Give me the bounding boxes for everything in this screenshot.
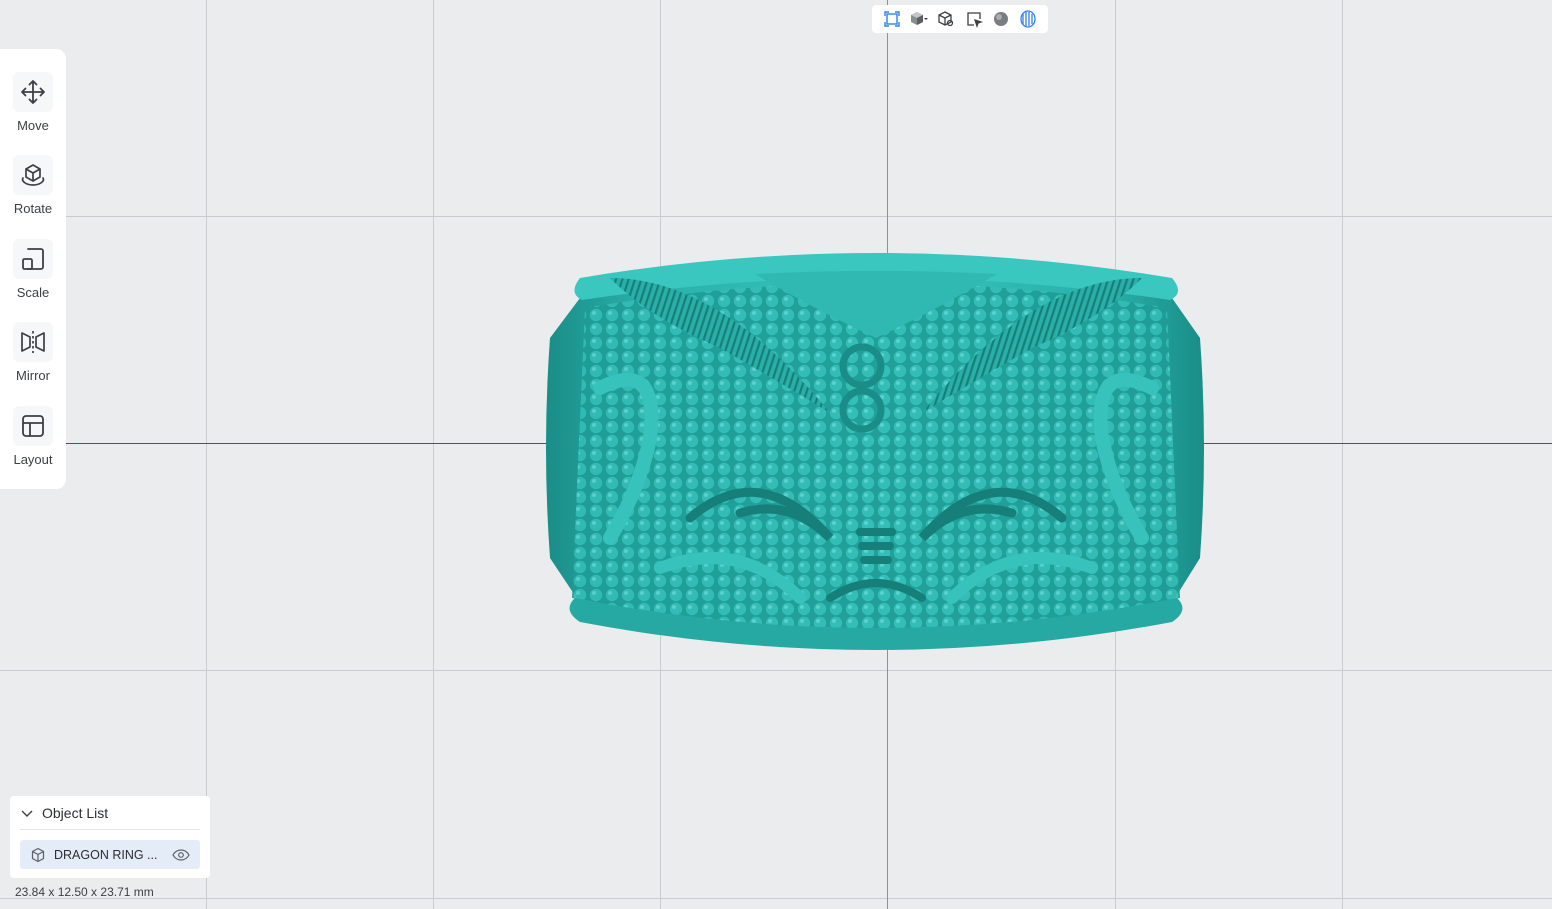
layout-tool[interactable]: Layout — [5, 405, 61, 489]
material-sphere-icon[interactable] — [990, 8, 1012, 30]
iso-view-icon[interactable] — [935, 8, 957, 30]
move-icon — [13, 72, 53, 112]
grid-line — [1342, 0, 1343, 909]
mirror-label: Mirror — [16, 368, 50, 384]
dragon-ring-model[interactable] — [540, 238, 1212, 658]
fit-view-icon[interactable] — [881, 8, 903, 30]
move-label: Move — [17, 118, 49, 133]
scale-tool[interactable]: Scale — [5, 238, 61, 322]
layout-label: Layout — [13, 451, 53, 467]
eye-icon[interactable] — [172, 848, 190, 862]
rotate-tool[interactable]: Rotate — [5, 155, 61, 238]
model-dimensions: 23.84 x 12.50 x 23.71 mm — [15, 885, 154, 899]
chevron-down-icon — [21, 810, 33, 817]
mirror-icon — [13, 322, 53, 363]
rotate-label: Rotate — [13, 201, 53, 217]
mirror-tool[interactable]: Mirror — [5, 322, 61, 405]
xray-view-icon[interactable] — [1017, 8, 1039, 30]
object-list-title: Object List — [42, 804, 109, 821]
standard-views-icon[interactable] — [908, 8, 930, 30]
scale-icon — [13, 238, 53, 279]
move-tool[interactable]: Move — [5, 72, 61, 155]
transform-toolbar: Move Rotate Scale Mirror Layout — [0, 49, 66, 489]
layout-icon — [13, 405, 53, 446]
grid-line — [0, 670, 1552, 671]
grid-line — [206, 0, 207, 909]
object-list-panel: Object List DRAGON RING ... — [10, 796, 210, 878]
scale-label: Scale — [16, 284, 50, 300]
grid-line — [0, 216, 1552, 217]
object-list-item[interactable]: DRAGON RING ... — [20, 840, 200, 869]
3d-viewport[interactable] — [0, 0, 1552, 909]
select-view-icon[interactable] — [963, 8, 985, 30]
view-toolbar — [872, 5, 1048, 33]
rotate-icon — [13, 155, 53, 196]
grid-line — [0, 898, 1552, 899]
grid-line — [433, 0, 434, 909]
object-name: DRAGON RING ... — [54, 847, 158, 862]
cube-icon — [31, 847, 45, 862]
object-list-header[interactable]: Object List — [20, 796, 200, 830]
